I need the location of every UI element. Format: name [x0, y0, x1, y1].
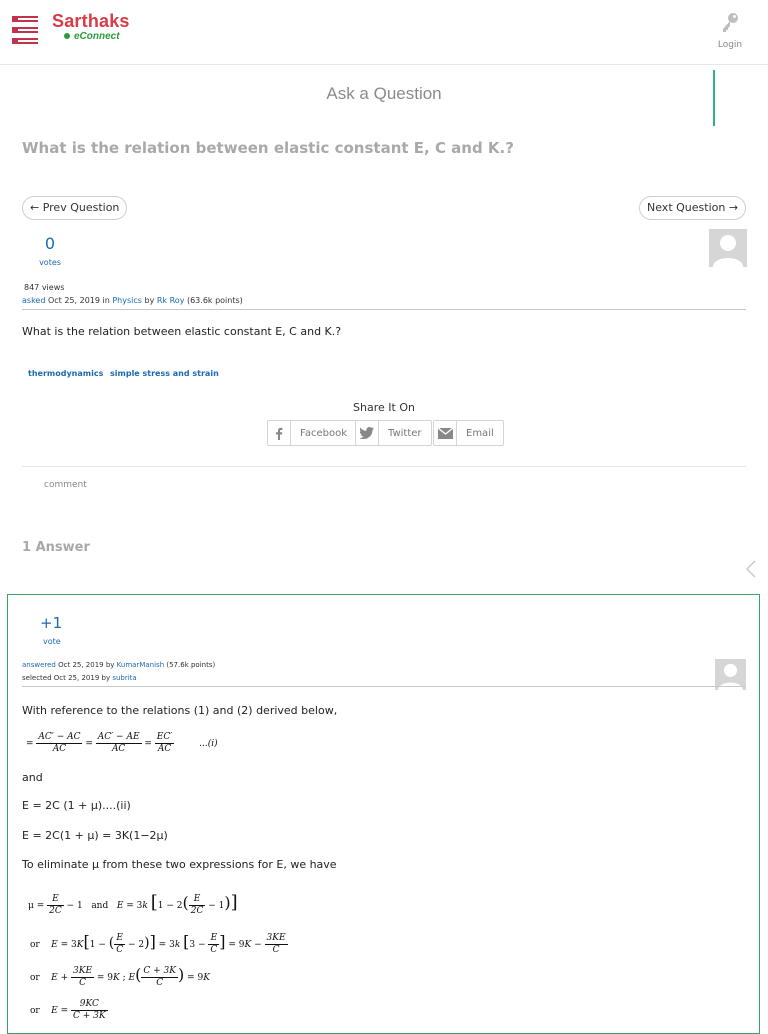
question-title: What is the relation between elastic con…	[22, 139, 514, 157]
selected-label: selected Oct 25, 2019 by	[22, 674, 111, 682]
site-logo[interactable]: Sarthaks eConnect	[52, 11, 130, 43]
question-vote-count: 0	[44, 234, 56, 253]
share-twitter-button[interactable]: Twitter	[355, 420, 432, 446]
answer-votes-label: vote	[43, 637, 61, 646]
twitter-icon	[356, 421, 379, 445]
asked-date: Oct 25, 2019 in	[47, 296, 110, 305]
equation-1-tag: ...(i)	[199, 739, 218, 749]
answer-meta-divider	[22, 686, 746, 687]
answer-equation-2: E = 2C (1 + μ)....(ii)	[22, 799, 131, 812]
chevron-left-icon[interactable]	[745, 560, 756, 582]
tag-thermodynamics[interactable]: thermodynamics	[28, 369, 103, 378]
comment-link[interactable]: comment	[44, 480, 87, 490]
answer-intro: With reference to the relations (1) and …	[22, 704, 338, 717]
answered-link[interactable]: answered	[22, 661, 56, 669]
share-title: Share It On	[353, 401, 415, 414]
author-points: (63.6k points)	[186, 296, 243, 305]
next-question-button[interactable]: Next Question →	[639, 196, 747, 220]
answer-eliminate-text: To eliminate μ from these two expression…	[22, 858, 337, 871]
question-votes-label: votes	[39, 258, 61, 267]
login-label: Login	[717, 40, 743, 50]
email-icon	[434, 421, 457, 445]
facebook-label: Facebook	[300, 427, 347, 439]
selected-meta: selected Oct 25, 2019 by subrita	[22, 674, 137, 682]
brand-dot-icon	[64, 33, 70, 39]
author-link[interactable]: Rk Roy	[157, 296, 185, 305]
question-body: What is the relation between elastic con…	[22, 325, 342, 338]
ask-question-link[interactable]: Ask a Question	[0, 84, 768, 104]
answer-meta: answered Oct 25, 2019 by KumarManish (57…	[22, 661, 215, 669]
derivation-image-line-2: or E = 3K[1 − (E C − 2)] = 3k [3 − E C] = …	[30, 932, 288, 955]
key-icon	[723, 13, 738, 32]
brand-name: Sarthaks	[52, 11, 130, 31]
asker-avatar[interactable]	[709, 229, 747, 267]
answer-equation-3: E = 2C(1 + μ) = 3K(1−2μ)	[22, 829, 168, 842]
answer-vote-count: +1	[40, 614, 63, 632]
user-placeholder-icon	[713, 235, 743, 267]
derivation-image-line-4: or E = 9KC C + 3K	[30, 999, 108, 1021]
email-label: Email	[466, 427, 494, 439]
share-email-button[interactable]: Email	[433, 420, 504, 446]
selected-by-link[interactable]: subrita	[112, 674, 136, 682]
accent-divider	[713, 70, 715, 126]
prev-question-button[interactable]: ← Prev Question	[22, 196, 128, 220]
answer-count-heading: 1 Answer	[22, 540, 90, 555]
site-header: Sarthaks eConnect Login	[0, 0, 768, 65]
hamburger-menu-icon[interactable]	[12, 16, 38, 44]
view-count: 847 views	[24, 283, 65, 292]
answered-date: Oct 25, 2019 by	[58, 661, 115, 669]
by-label: by	[144, 296, 155, 305]
share-facebook-button[interactable]: Facebook	[267, 420, 357, 446]
category-link[interactable]: Physics	[112, 296, 142, 305]
answer-and: and	[22, 771, 43, 784]
derivation-image-line-3: or E + 3KE C = 9K ; E(C + 3K C) = 9K	[30, 965, 210, 988]
answerer-link[interactable]: KumarManish	[117, 661, 164, 669]
derivation-image-line-1: μ = E 2C − 1 and E = 3k [1 − 2(E 2C − 1)]	[28, 892, 238, 916]
question-meta: asked Oct 25, 2019 in Physics by Rk Roy …	[22, 296, 243, 305]
meta-divider	[22, 309, 746, 310]
share-divider	[22, 466, 746, 467]
facebook-icon	[268, 421, 291, 445]
tag-simple-stress-and-strain[interactable]: simple stress and strain	[110, 369, 219, 378]
twitter-label: Twitter	[388, 427, 422, 439]
asked-link[interactable]: asked	[22, 296, 45, 305]
login-button[interactable]: Login	[710, 12, 750, 50]
answerer-points: (57.6k points)	[166, 661, 216, 669]
brand-subtitle: eConnect	[74, 31, 120, 42]
equation-image-1: = AC′ − AC AC = AC′ − AE AC = EC′ AC ...(i)	[26, 732, 218, 754]
